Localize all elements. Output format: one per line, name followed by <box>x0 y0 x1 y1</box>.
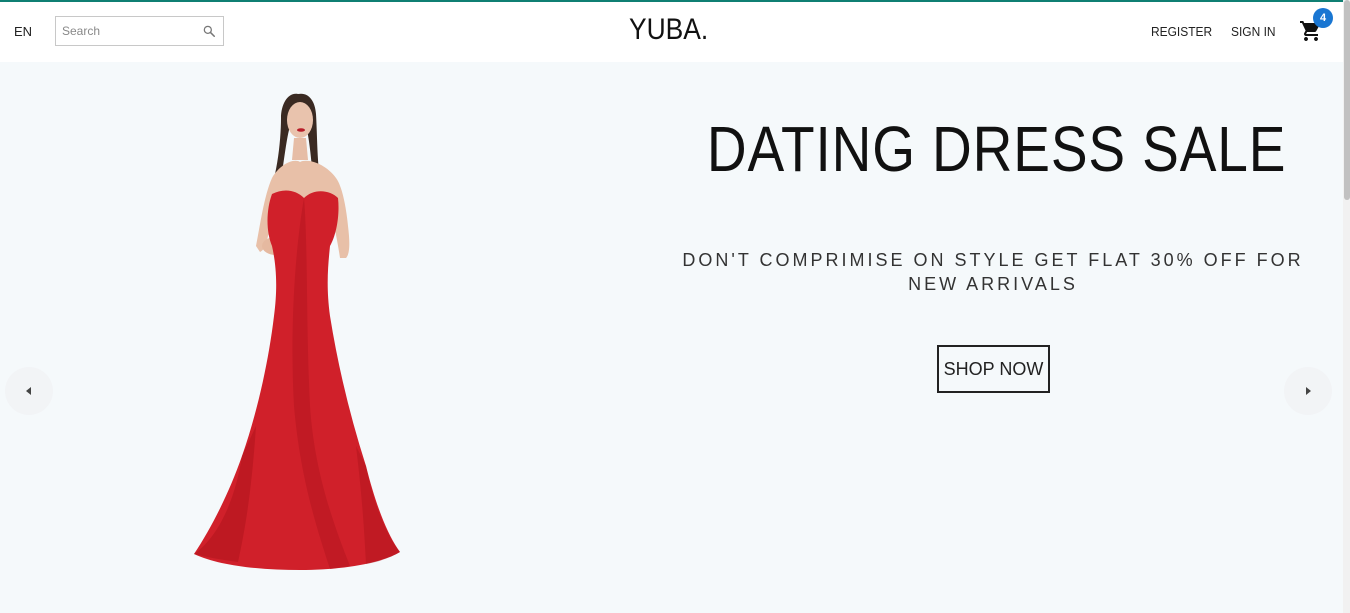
hero-title: DATING DRESS SALE <box>706 113 1287 185</box>
brand-logo[interactable]: YUBA. <box>629 13 708 47</box>
cart-count-badge: 4 <box>1313 8 1333 28</box>
model-red-dress-image <box>194 93 400 570</box>
chevron-left-icon <box>26 387 31 395</box>
hero-subtitle: DON'T COMPRIMISE ON STYLE GET FLAT 30% O… <box>682 250 1304 294</box>
page: EN YUBA. REGISTER SIGN IN 4 <box>0 0 1350 613</box>
scrollbar-thumb[interactable] <box>1344 0 1350 200</box>
register-link[interactable]: REGISTER <box>1151 24 1212 39</box>
navbar: EN YUBA. REGISTER SIGN IN <box>0 2 1343 62</box>
signin-link[interactable]: SIGN IN <box>1231 24 1276 39</box>
hero-banner: DATING DRESS SALE DON'T COMPRIMISE ON ST… <box>0 62 1343 613</box>
chevron-right-icon <box>1306 387 1311 395</box>
carousel-prev-button[interactable] <box>5 367 53 415</box>
shop-now-button[interactable]: SHOP NOW <box>937 345 1050 393</box>
search-box <box>55 16 224 46</box>
carousel-next-button[interactable] <box>1284 367 1332 415</box>
search-input[interactable] <box>56 18 196 44</box>
language-selector[interactable]: EN <box>14 24 32 39</box>
search-icon[interactable] <box>202 24 216 38</box>
